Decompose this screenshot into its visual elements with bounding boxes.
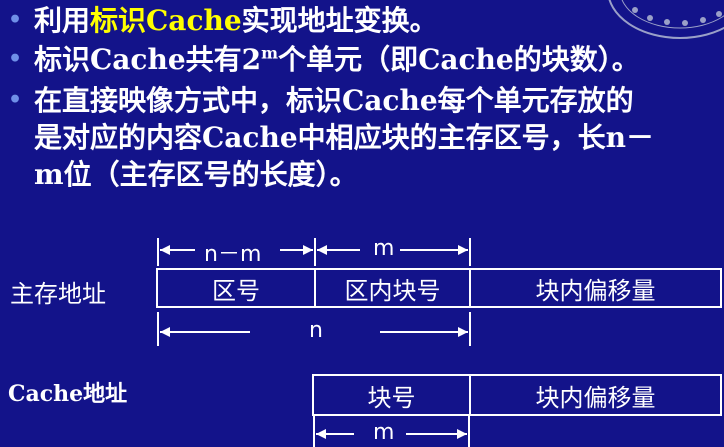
- dimension-label-total: n: [309, 318, 323, 343]
- highlight-text: 标识Cache: [90, 4, 242, 37]
- bullet-dot-icon: •: [8, 87, 23, 113]
- bullet-dot-icon: •: [8, 46, 23, 72]
- main-memory-label: 主存地址: [10, 280, 106, 308]
- cache-address-label: Cache地址: [8, 381, 128, 407]
- bullet-line: 在直接映像方式中，标识Cache每个单元存放的: [34, 84, 634, 117]
- field-block-offset: 块内偏移量: [535, 276, 656, 305]
- bullet-dot-icon: •: [8, 7, 23, 33]
- bullet-line: 是对应的内容Cache中相应块的主存区号，长n－: [34, 121, 655, 154]
- field-block-in-zone: 区内块号: [316, 270, 471, 306]
- field-zone-number: 区号: [158, 270, 316, 306]
- bullet-line: m位（主存区号的长度）。: [34, 158, 358, 191]
- cache-address-box: 块号 块内偏移量: [312, 374, 722, 416]
- bullet-text: 标识Cache共有2m个单元（即Cache的块数）。: [34, 43, 640, 76]
- bullet-item: • 在直接映像方式中，标识Cache每个单元存放的 是对应的内容Cache中相应…: [8, 82, 718, 193]
- bullet-item: • 标识Cache共有2m个单元（即Cache的块数）。: [8, 41, 718, 78]
- superscript: m: [261, 43, 279, 63]
- main-top-dimensions: [157, 238, 471, 266]
- bullet-text: 在直接映像方式中，标识Cache每个单元存放的 是对应的内容Cache中相应块的…: [34, 82, 718, 193]
- dimension-label-zone: n－m: [204, 242, 262, 267]
- bullet-text: 利用标识Cache实现地址变换。: [34, 4, 438, 37]
- bullet-item: • 利用标识Cache实现地址变换。: [8, 2, 718, 39]
- field-cache-block-offset: 块内偏移量: [535, 383, 656, 412]
- main-memory-address-box: 区号 区内块号 块内偏移量: [156, 268, 722, 308]
- dimension-label-cache-block: m: [373, 420, 395, 445]
- field-cache-block-number: 块号: [314, 376, 471, 414]
- dimension-label-block: m: [373, 236, 395, 261]
- bullet-list: • 利用标识Cache实现地址变换。 • 标识Cache共有2m个单元（即Cac…: [8, 2, 718, 193]
